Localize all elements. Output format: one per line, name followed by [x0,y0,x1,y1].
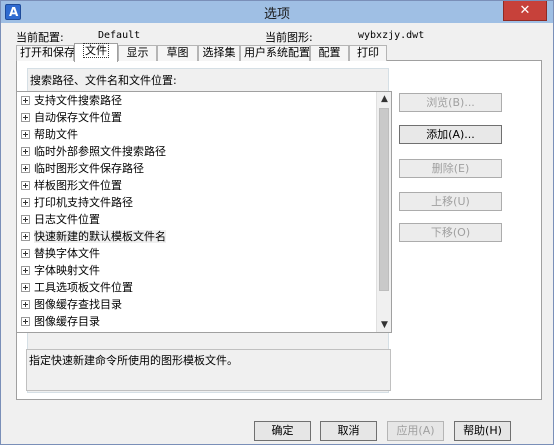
current-drawing-label: 当前图形: [265,31,313,44]
current-drawing-value: wybxzjy.dwt [358,30,425,41]
expand-plus-icon[interactable] [21,198,30,207]
cancel-button[interactable]: 取消 [320,421,377,441]
close-button[interactable]: ✕ [503,1,547,21]
delete-button[interactable]: 删除(E) [399,159,502,178]
expand-plus-icon[interactable] [21,249,30,258]
tab-open-save[interactable]: 打开和保存 [16,45,75,61]
tree-item[interactable]: 自动保存文件位置 [21,110,122,126]
search-paths-label: 搜索路径、文件名和文件位置: [30,74,177,87]
tree-scrollbar[interactable]: ▲ ▼ [376,92,391,332]
help-button[interactable]: 帮助(H) [454,421,511,441]
title-bar[interactable]: A 选项 ✕ [1,1,553,23]
expand-plus-icon[interactable] [21,232,30,241]
file-locations-tree[interactable]: 支持文件搜索路径 自动保存文件位置 帮助文件 临时外部参照文件搜索路径 临时图形… [16,91,392,333]
tree-item[interactable]: 帮助文件 [21,127,78,143]
ok-button[interactable]: 确定 [254,421,311,441]
add-button[interactable]: 添加(A)... [399,125,502,144]
current-profile-label: 当前配置: [16,31,64,44]
scroll-down-icon[interactable]: ▼ [377,318,391,332]
tree-item[interactable]: 打印机支持文件路径 [21,195,133,211]
tree-item[interactable]: 替换字体文件 [21,246,100,262]
tree-item[interactable]: 样板图形文件位置 [21,178,122,194]
description-box: 指定快速新建命令所使用的图形模板文件。 [26,349,391,391]
expand-plus-icon[interactable] [21,317,30,326]
scroll-up-icon[interactable]: ▲ [377,92,391,106]
apply-button[interactable]: 应用(A) [387,421,444,441]
tree-item[interactable]: 图像缓存查找目录 [21,297,122,313]
tab-user-preferences[interactable]: 用户系统配置 [240,45,310,61]
expand-plus-icon[interactable] [21,164,30,173]
browse-button[interactable]: 浏览(B)... [399,93,502,112]
tab-files[interactable]: 文件 [74,43,118,62]
tree-item[interactable]: 临时外部参照文件搜索路径 [21,144,166,160]
tree-item[interactable]: 支持文件搜索路径 [21,93,122,109]
scroll-thumb[interactable] [379,108,389,291]
expand-plus-icon[interactable] [21,181,30,190]
tree-item[interactable]: 图像缓存目录 [21,314,100,330]
expand-plus-icon[interactable] [21,215,30,224]
tree-item[interactable]: 工具选项板文件位置 [21,280,133,296]
options-dialog: A 选项 ✕ 当前配置: Default 当前图形: wybxzjy.dwt 打… [0,0,554,445]
tree-item[interactable]: 临时图形文件保存路径 [21,161,144,177]
tree-item[interactable]: 字体映射文件 [21,263,100,279]
move-down-button[interactable]: 下移(O) [399,223,502,242]
tab-display[interactable]: 显示 [118,45,157,61]
tab-plot[interactable]: 打印 [349,45,387,61]
expand-plus-icon[interactable] [21,300,30,309]
expand-plus-icon[interactable] [21,266,30,275]
expand-plus-icon[interactable] [21,130,30,139]
expand-plus-icon[interactable] [21,113,30,122]
window-title: 选项 [263,7,290,22]
tab-profiles[interactable]: 配置 [310,45,349,61]
expand-plus-icon[interactable] [21,147,30,156]
current-profile-value: Default [98,30,141,41]
tree-item-selected[interactable]: 快速新建的默认模板文件名 [21,229,166,245]
move-up-button[interactable]: 上移(U) [399,192,502,211]
tab-drafting[interactable]: 草图 [157,45,198,61]
expand-plus-icon[interactable] [21,96,30,105]
tree-item[interactable]: 日志文件位置 [21,212,100,228]
expand-plus-icon[interactable] [21,283,30,292]
tab-selection[interactable]: 选择集 [198,45,240,61]
